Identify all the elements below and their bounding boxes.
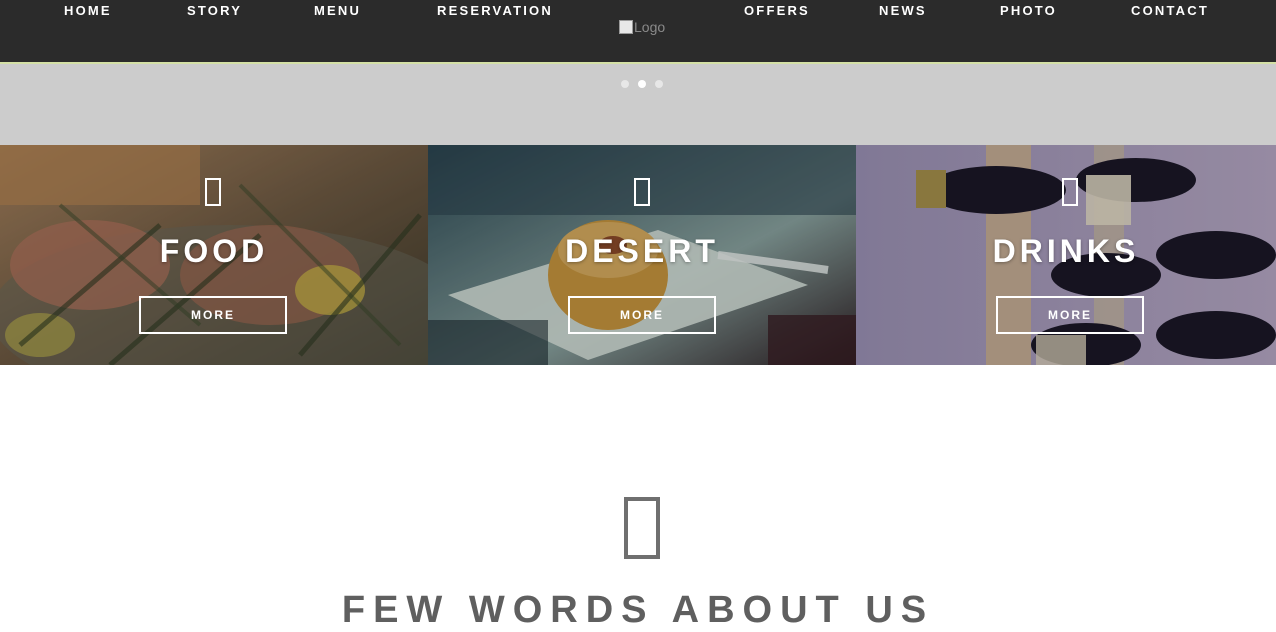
top-navigation-bar: HOME STORY MENU RESERVATION Logo OFFERS … [0,0,1276,64]
hero-slider [0,64,1276,145]
tile-food[interactable]: FOOD MORE [0,145,428,365]
tile-title-desert: DESERT [565,233,719,269]
nav-link-news[interactable]: NEWS [879,3,927,18]
food-more-button[interactable]: MORE [139,296,287,334]
nav-link-offers[interactable]: OFFERS [744,3,810,18]
nav-link-contact[interactable]: CONTACT [1131,3,1209,18]
logo-alt-text: Logo [634,19,666,35]
tile-desert[interactable]: DESERT MORE [428,145,856,365]
box-icon [1062,178,1078,206]
category-tiles: FOOD MORE DESERT MORE DRINKS MORE [0,145,1276,365]
about-section-title: FEW WORDS ABOUT US [341,589,935,631]
box-icon [205,178,221,206]
desert-more-button[interactable]: MORE [568,296,716,334]
slider-dot-active[interactable] [638,80,646,88]
nav-link-home[interactable]: HOME [64,3,112,18]
site-logo[interactable]: Logo [619,19,665,35]
nav-link-story[interactable]: STORY [187,3,242,18]
tile-title-drinks: DRINKS [992,233,1140,269]
slider-dot[interactable] [621,80,629,88]
nav-link-reservation[interactable]: RESERVATION [437,3,553,18]
box-icon [634,178,650,206]
nav-link-photo[interactable]: PHOTO [1000,3,1057,18]
box-icon [624,497,660,559]
drinks-more-button[interactable]: MORE [996,296,1144,334]
nav-link-menu[interactable]: MENU [314,3,361,18]
tile-drinks[interactable]: DRINKS MORE [856,145,1276,365]
tile-title-food: FOOD [159,233,269,269]
slider-dot[interactable] [655,80,663,88]
broken-image-icon [619,20,633,34]
